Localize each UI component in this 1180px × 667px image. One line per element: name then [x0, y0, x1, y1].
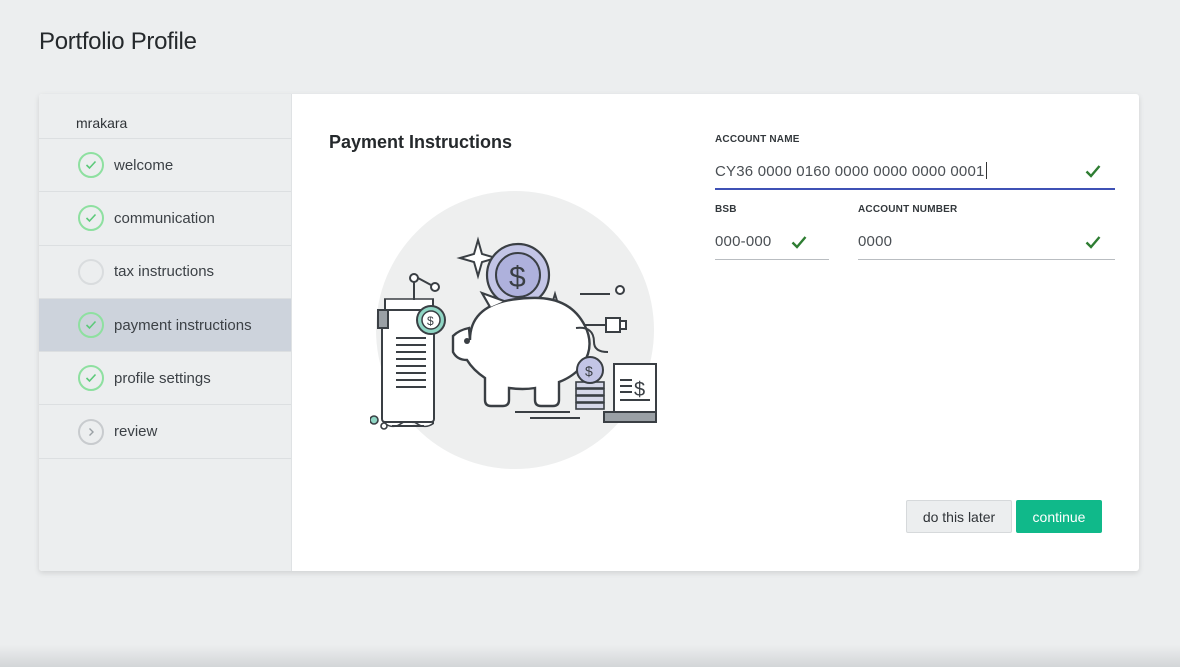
step-tax-instructions[interactable]: tax instructions	[39, 246, 291, 299]
svg-text:$: $	[509, 261, 526, 294]
bsb-label: BSB	[715, 204, 737, 215]
main-panel: Payment Instructions $ $ $ $ ACCOUNT NAM…	[292, 94, 1139, 571]
svg-text:$: $	[585, 363, 593, 379]
check-circle-icon	[78, 205, 104, 232]
check-circle-icon	[78, 152, 104, 179]
step-label: communication	[114, 209, 215, 227]
account-number-value: 0000	[858, 233, 893, 250]
step-label: review	[114, 423, 158, 441]
check-circle-icon	[78, 312, 104, 339]
empty-circle-icon	[78, 258, 104, 285]
step-label: welcome	[114, 156, 174, 174]
account-name-field[interactable]: CY36 0000 0160 0000 0000 0000 0001	[715, 154, 1115, 190]
account-number-field[interactable]: 0000	[858, 224, 1115, 260]
text-cursor	[985, 162, 987, 179]
step-label: profile settings	[114, 369, 211, 387]
account-name-value: CY36 0000 0160 0000 0000 0000 0001	[715, 163, 985, 180]
step-welcome[interactable]: welcome	[39, 139, 291, 193]
account-name-label: ACCOUNT NAME	[715, 134, 800, 145]
step-label: tax instructions	[114, 263, 215, 281]
check-icon	[791, 235, 807, 249]
do-this-later-button[interactable]: do this later	[906, 500, 1012, 533]
step-label: payment instructions	[114, 316, 252, 334]
step-communication[interactable]: communication	[39, 192, 291, 246]
piggy-bank-illustration: $ $ $ $	[370, 191, 657, 469]
steps-sidebar: mrakara welcome communication tax instru…	[39, 94, 292, 571]
account-number-label: ACCOUNT NUMBER	[858, 204, 958, 215]
chevron-circle-icon	[78, 418, 104, 445]
check-icon	[1085, 165, 1101, 178]
svg-text:$: $	[427, 314, 434, 328]
step-review[interactable]: review	[39, 405, 291, 459]
bsb-value: 000-000	[715, 233, 772, 250]
bsb-field[interactable]: 000-000	[715, 224, 829, 260]
continue-button[interactable]: continue	[1016, 500, 1102, 533]
profile-card: mrakara welcome communication tax instru…	[39, 94, 1139, 571]
svg-text:$: $	[634, 379, 645, 401]
check-circle-icon	[78, 365, 104, 392]
page-title: Portfolio Profile	[39, 28, 197, 55]
bottom-shadow	[0, 645, 1180, 667]
check-icon	[1085, 235, 1101, 249]
section-title: Payment Instructions	[329, 132, 513, 152]
step-payment-instructions[interactable]: payment instructions	[39, 298, 291, 353]
sidebar-username: mrakara	[39, 94, 291, 139]
step-profile-settings[interactable]: profile settings	[39, 352, 291, 406]
